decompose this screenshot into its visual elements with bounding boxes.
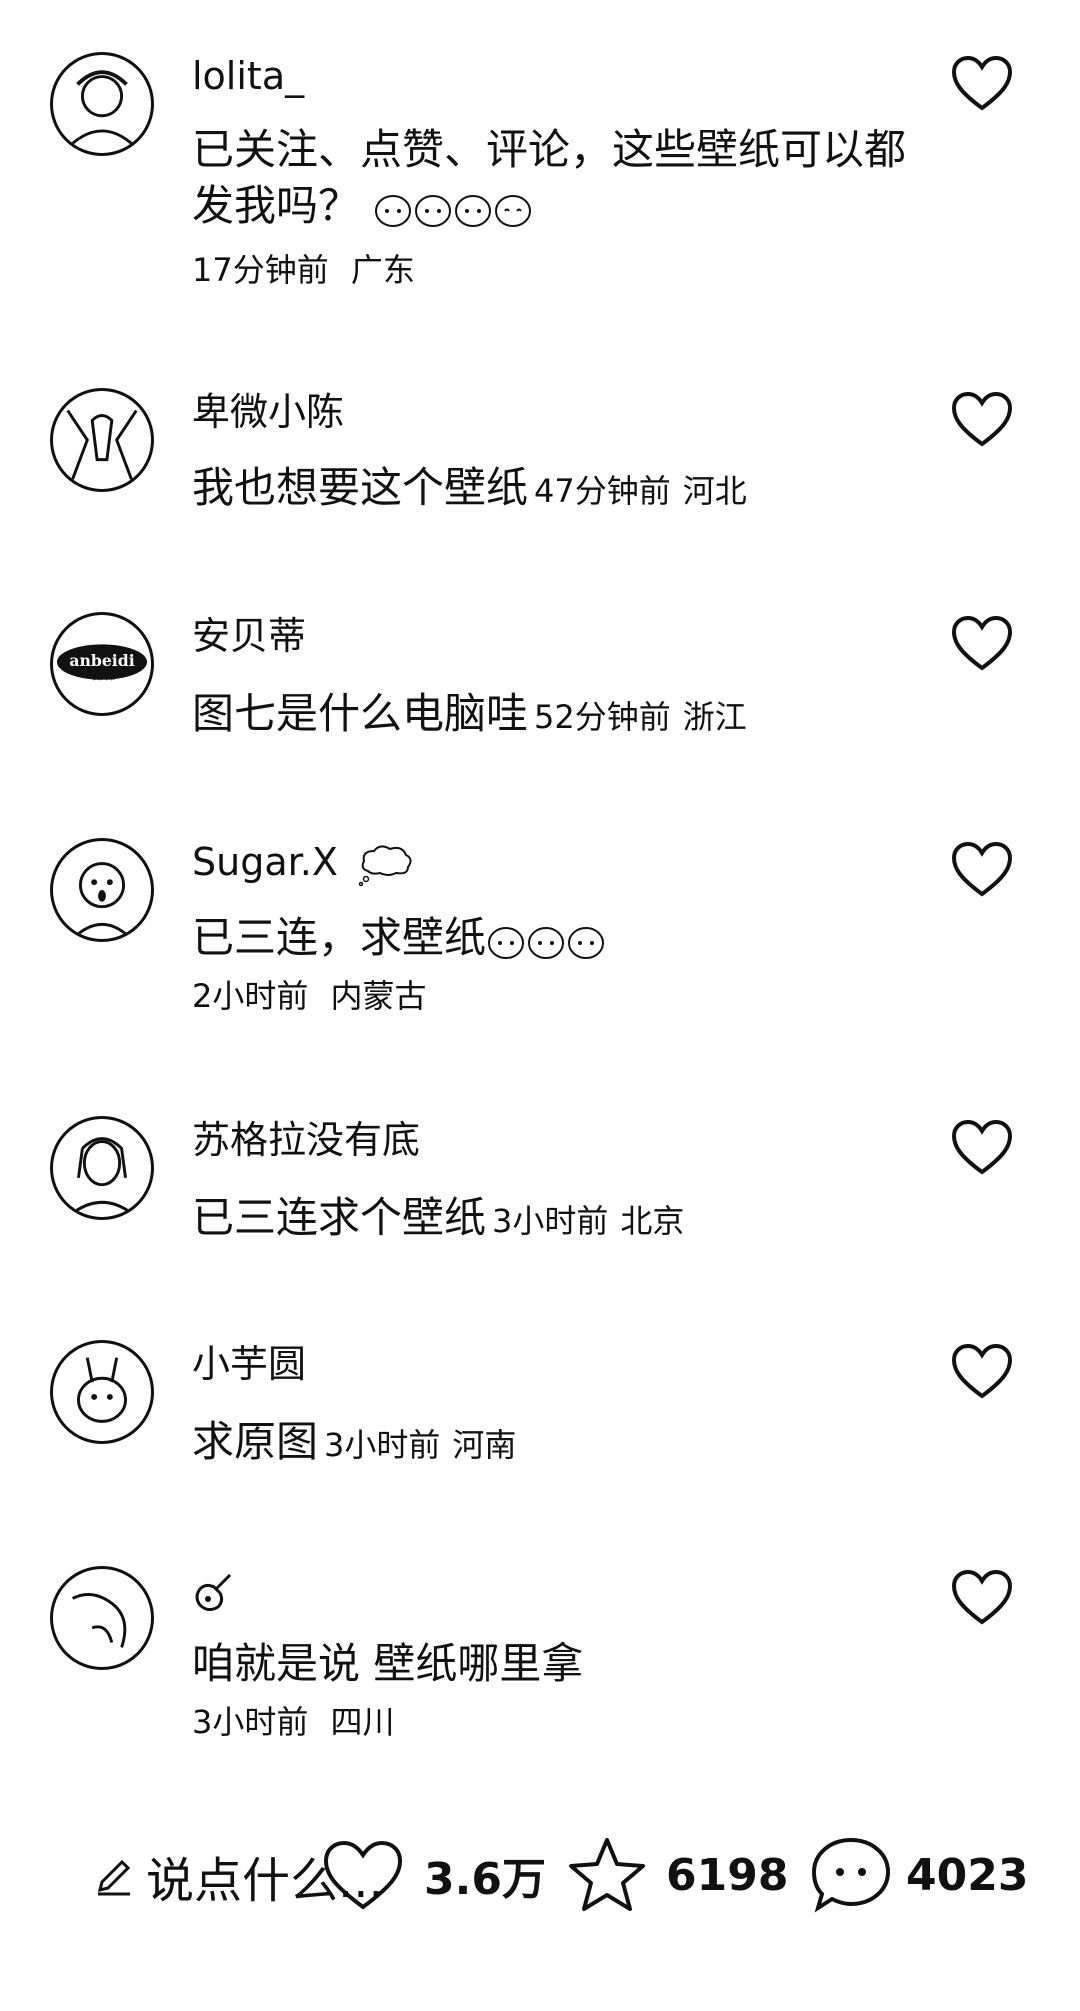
comment-count: 4023 <box>906 1849 1029 1901</box>
comment-username[interactable]: 苏格拉没有底 <box>192 1116 420 1164</box>
comment-location: 浙江 <box>682 698 747 736</box>
comment-location: 内蒙古 <box>330 977 427 1015</box>
comment-body: 咱就是说 壁纸哪里拿 <box>192 1639 584 1688</box>
avatar[interactable] <box>50 52 154 156</box>
comment-text: 求原图 3小时前 河南 <box>192 1414 912 1473</box>
favorite-button[interactable]: 6198 <box>566 1838 788 1912</box>
comment-username[interactable]: 安贝蒂 <box>192 612 306 660</box>
comment-time: 47分钟前 <box>534 472 671 510</box>
avatar[interactable] <box>50 1566 154 1670</box>
comment-location: 河南 <box>452 1426 517 1464</box>
avatar[interactable] <box>50 1340 154 1444</box>
favorite-count: 6198 <box>666 1849 789 1901</box>
comment-text: 咱就是说 壁纸哪里拿 <box>192 1636 912 1692</box>
bottom-action-bar: 说点什么... 3.6万 6198 4023 <box>0 1820 1080 1930</box>
thought-bubble-icon <box>358 844 412 886</box>
comment-time: 17分钟前 <box>192 251 329 289</box>
comment-body: 我也想要这个壁纸 <box>192 463 529 512</box>
avatar[interactable] <box>50 388 154 492</box>
username-text: Sugar.X <box>192 840 338 884</box>
heart-outline-icon[interactable] <box>950 840 1014 898</box>
avatar[interactable] <box>50 1116 154 1220</box>
comment-body: 求原图 <box>192 1417 319 1466</box>
comment-username[interactable]: Sugar.X <box>192 838 414 887</box>
comment-meta: 17分钟前 广东 <box>192 250 415 290</box>
avatar-logo-text: anbeidi <box>69 651 134 670</box>
comment-username[interactable]: 小芋圆 <box>192 1340 306 1388</box>
comment-body: 图七是什么电脑哇 <box>192 689 529 738</box>
chat-bubble-icon <box>811 1837 891 1913</box>
comment-body: 已关注、点赞、评论，这些壁纸可以都发我吗？ <box>192 125 907 230</box>
star-outline-icon <box>569 1838 645 1911</box>
emoji-icon <box>373 181 533 230</box>
comment-username[interactable]: 卑微小陈 <box>192 388 344 436</box>
comment-time: 3小时前 <box>492 1202 609 1240</box>
comment-text: 已关注、点赞、评论，这些壁纸可以都发我吗？ <box>192 122 912 234</box>
comment-text: 图七是什么电脑哇 52分钟前 浙江 <box>192 686 912 745</box>
comment-body: 已三连求个壁纸 <box>192 1193 487 1242</box>
comment-location: 四川 <box>330 1703 395 1741</box>
avatar[interactable]: anbeidi 安贝蒂 <box>50 612 154 716</box>
comment-meta: 3小时前 四川 <box>192 1702 395 1742</box>
heart-outline-icon[interactable] <box>950 390 1014 448</box>
comment-button[interactable]: 4023 <box>810 1837 1029 1913</box>
heart-outline-icon[interactable] <box>950 614 1014 672</box>
comment-meta: 2小时前 内蒙古 <box>192 976 427 1016</box>
comment-username[interactable] <box>192 1566 236 1615</box>
emoji-icon <box>486 913 606 962</box>
guitar-icon <box>195 1573 232 1611</box>
heart-outline-icon[interactable] <box>950 1342 1014 1400</box>
comment-time: 2小时前 <box>192 977 309 1015</box>
comment-time: 52分钟前 <box>534 698 671 736</box>
like-button[interactable]: 3.6万 <box>322 1840 546 1910</box>
comment-username[interactable]: lolita_ <box>192 52 304 100</box>
heart-outline-icon[interactable] <box>950 1568 1014 1626</box>
comment-text: 已三连，求壁纸 <box>192 910 912 966</box>
heart-outline-icon[interactable] <box>950 54 1014 112</box>
heart-outline-icon <box>323 1840 403 1910</box>
comment-text: 已三连求个壁纸 3小时前 北京 <box>192 1190 912 1249</box>
avatar-logo-subtext: 安贝蒂 <box>92 672 116 682</box>
comment-time: 3小时前 <box>324 1426 441 1464</box>
comment-time: 3小时前 <box>192 1703 309 1741</box>
comment-location: 北京 <box>620 1202 685 1240</box>
comment-location: 河北 <box>682 472 747 510</box>
pencil-icon <box>97 1859 131 1896</box>
heart-outline-icon[interactable] <box>950 1118 1014 1176</box>
comment-location: 广东 <box>350 251 415 289</box>
avatar[interactable] <box>50 838 154 942</box>
comment-text: 我也想要这个壁纸 47分钟前 河北 <box>192 460 912 519</box>
like-count: 3.6万 <box>424 1854 546 1905</box>
comment-body: 已三连，求壁纸 <box>192 913 487 962</box>
